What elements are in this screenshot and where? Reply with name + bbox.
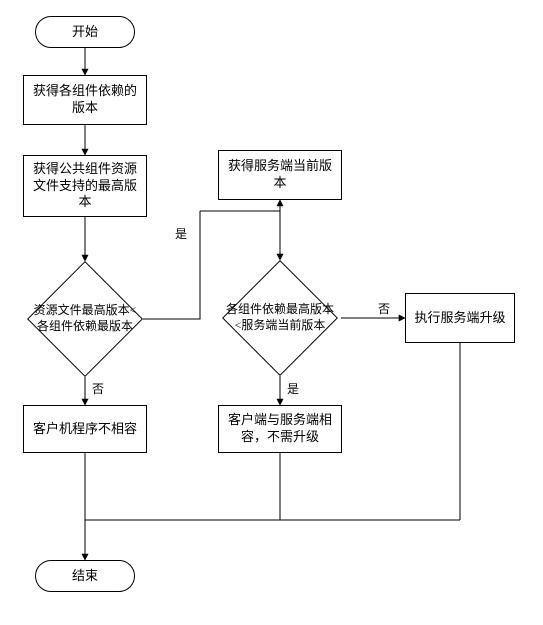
start-label: 开始 (72, 24, 98, 40)
edge-label-d2-yes: 是 (287, 380, 299, 397)
end-terminator: 结束 (35, 560, 135, 592)
decision-component-vs-server: 各组件依赖最高版本 <服务端当前版本 (239, 277, 321, 359)
p5-label: 客户端与服务端相 容，不需升级 (228, 412, 332, 446)
p1-label: 获得各组件依赖的 版本 (33, 83, 137, 117)
p3-label: 客户机程序不相容 (33, 421, 137, 438)
process-get-server-version: 获得服务端当前版 本 (218, 150, 342, 200)
p6-label: 执行服务端升级 (414, 310, 505, 327)
edge-label-d2-no: 否 (378, 300, 390, 317)
p4-label: 获得服务端当前版 本 (228, 158, 332, 192)
decision-resource-vs-component: 资源文件最高版本< 各组件依赖最版本 (44, 278, 126, 360)
edge-label-d1-yes: 是 (175, 225, 187, 242)
process-client-incompatible: 客户机程序不相容 (23, 405, 147, 453)
process-get-resource-max-version: 获得公共组件资源 文件支持的最高版 本 (23, 155, 147, 217)
process-compatible-no-upgrade: 客户端与服务端相 容，不需升级 (218, 405, 342, 453)
process-get-component-versions: 获得各组件依赖的 版本 (23, 75, 147, 125)
end-label: 结束 (72, 568, 98, 584)
p2-label: 获得公共组件资源 文件支持的最高版 本 (33, 161, 137, 212)
process-execute-server-upgrade: 执行服务端升级 (405, 293, 515, 343)
start-terminator: 开始 (35, 16, 135, 48)
flowchart-canvas: 开始 获得各组件依赖的 版本 获得公共组件资源 文件支持的最高版 本 资源文件最… (0, 0, 543, 625)
edge-label-d1-no: 否 (92, 380, 104, 397)
